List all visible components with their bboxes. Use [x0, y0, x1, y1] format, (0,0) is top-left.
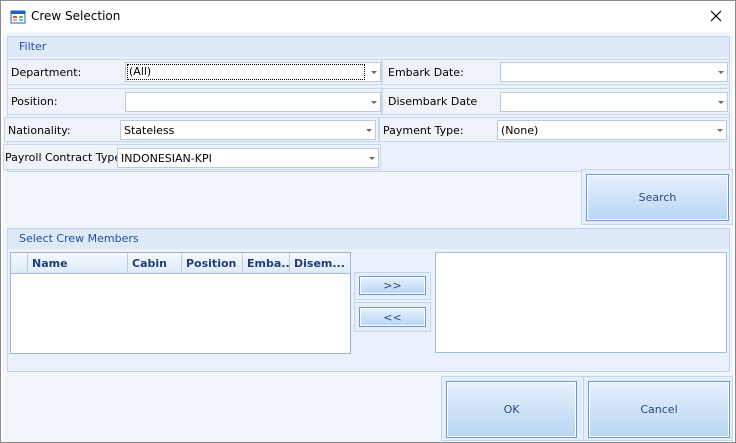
embark-date-picker[interactable] [500, 62, 728, 82]
title-bar: Crew Selection [1, 1, 735, 32]
payroll-contract-type-label: Payroll Contract Type: [5, 151, 125, 164]
chevron-down-icon [371, 101, 377, 104]
close-icon [710, 10, 722, 22]
search-button[interactable]: Search [586, 174, 729, 221]
payroll-contract-type-value: INDONESIAN-KPI [121, 152, 212, 165]
chevron-down-icon [717, 129, 723, 132]
window-title: Crew Selection [31, 9, 121, 23]
payment-type-combo[interactable]: (None) [497, 120, 727, 140]
chevron-down-icon [371, 71, 377, 74]
grid-header: Name Cabin Position Emba... Disem... [11, 253, 350, 274]
disembark-date-label: Disembark Date [388, 95, 478, 108]
filter-group-header: Filter [8, 37, 729, 57]
disembark-date-picker[interactable] [500, 92, 728, 112]
embark-date-label: Embark Date: [388, 66, 464, 79]
disembark-date-row: Disembark Date [382, 88, 730, 115]
column-header-position[interactable]: Position [182, 253, 243, 274]
chevron-down-icon [366, 129, 372, 132]
column-header-cabin[interactable]: Cabin [128, 253, 182, 274]
payment-type-label: Payment Type: [383, 124, 464, 137]
department-label: Department: [11, 66, 82, 79]
chevron-down-icon [718, 71, 724, 74]
column-header-name[interactable]: Name [28, 253, 128, 274]
payment-type-value: (None) [501, 124, 539, 137]
column-header-embark[interactable]: Emba... [243, 253, 290, 274]
embark-date-row: Embark Date: [382, 59, 730, 85]
nationality-row: Nationality: Stateless [4, 117, 379, 142]
selected-crew-list[interactable] [435, 252, 727, 353]
nationality-value: Stateless [124, 124, 175, 137]
close-button[interactable] [703, 4, 729, 28]
select-crew-members-header: Select Crew Members [8, 229, 729, 249]
department-row: Department: (All) [7, 59, 382, 85]
column-header-disembark[interactable]: Disem... [290, 253, 344, 274]
add-crew-button[interactable]: >> [359, 276, 426, 295]
payroll-contract-type-combo[interactable]: INDONESIAN-KPI [117, 148, 379, 168]
nationality-combo[interactable]: Stateless [120, 120, 376, 140]
position-combo[interactable] [125, 92, 381, 112]
department-combo[interactable]: (All) [125, 62, 381, 82]
payment-type-row: Payment Type: (None) [379, 117, 730, 142]
chevron-down-icon [718, 101, 724, 104]
cancel-button[interactable]: Cancel [588, 381, 730, 438]
crew-selection-window: Crew Selection Filter Department: (All) … [0, 0, 736, 443]
nationality-label: Nationality: [8, 124, 71, 137]
app-form-icon [10, 9, 26, 25]
dialog-body: Filter Department: (All) Embark Date: Po… [3, 32, 733, 442]
row-indicator-header [11, 253, 28, 274]
remove-crew-button[interactable]: << [359, 307, 426, 327]
chevron-down-icon [369, 157, 375, 160]
position-label: Position: [11, 95, 58, 108]
ok-button[interactable]: OK [446, 381, 577, 438]
payroll-contract-type-row: Payroll Contract Type: INDONESIAN-KPI [3, 144, 381, 170]
department-value: (All) [127, 64, 365, 80]
position-row: Position: [7, 88, 382, 115]
available-crew-grid[interactable]: Name Cabin Position Emba... Disem... [10, 252, 351, 354]
